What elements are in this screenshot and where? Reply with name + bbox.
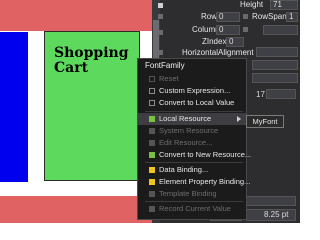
checkbox-icon — [149, 88, 155, 94]
menu-item-custom-expression[interactable]: Custom Expression... — [138, 85, 246, 97]
bottom-red-band — [0, 196, 160, 223]
horizontal-alignment-label: HorizontalAlignment — [182, 48, 254, 57]
blue-column-element[interactable] — [0, 32, 28, 182]
resource-icon — [149, 128, 155, 134]
menu-item-data-binding[interactable]: Data Binding... — [138, 164, 246, 176]
menu-item-record-current-value[interactable]: Record Current Value — [138, 203, 246, 215]
resource-icon — [149, 140, 155, 146]
menu-item-convert-local-value[interactable]: Convert to Local Value — [138, 97, 246, 109]
font-size-value: 8.25 pt — [264, 210, 289, 219]
property-marker-icon[interactable] — [243, 14, 248, 19]
menu-item-reset[interactable]: Reset — [138, 73, 246, 85]
menu-separator — [145, 111, 243, 112]
submenu-arrow-icon — [237, 116, 241, 122]
designer-window: Shopping Cart Height 71 Row 0 RowSpan 1 … — [0, 0, 300, 223]
vertical-alignment-buttons[interactable] — [252, 60, 298, 70]
horizontal-alignment-buttons[interactable] — [256, 47, 298, 57]
margin-field[interactable] — [252, 73, 298, 83]
menu-item-template-binding[interactable]: Template Binding — [138, 188, 246, 200]
height-label: Height — [240, 0, 264, 9]
binding-icon — [149, 191, 155, 197]
size-field[interactable] — [266, 89, 296, 99]
menu-separator — [145, 201, 243, 202]
rowspan-value: 1 — [289, 12, 294, 21]
resource-icon — [149, 116, 155, 122]
menu-item-system-resource[interactable]: System Resource — [138, 125, 246, 137]
marker-icon — [158, 3, 163, 8]
menu-item-convert-new-resource[interactable]: Convert to New Resource... — [138, 149, 251, 161]
marker-icon — [158, 14, 163, 19]
checkbox-icon — [149, 100, 155, 106]
shopping-cart-panel[interactable]: Shopping Cart — [44, 31, 140, 181]
menu-separator — [145, 162, 243, 163]
resource-icon — [149, 152, 155, 158]
alignment-toolbar[interactable] — [246, 196, 296, 206]
row-value: 0 — [219, 12, 224, 21]
shopping-cart-heading[interactable]: Shopping Cart — [54, 46, 140, 76]
menu-item-edit-resource[interactable]: Edit Resource... — [138, 137, 246, 149]
column-value: 0 — [219, 25, 224, 34]
context-menu-title: FontFamily — [145, 61, 185, 70]
top-red-band — [0, 0, 160, 31]
checkbox-icon — [149, 76, 155, 82]
property-marker-icon[interactable] — [243, 27, 248, 32]
menu-item-element-property-binding[interactable]: Element Property Binding... — [138, 176, 250, 188]
marker-icon — [158, 50, 163, 55]
height-value: 71 — [273, 0, 282, 9]
zindex-label: ZIndex — [202, 37, 227, 46]
binding-icon — [149, 179, 155, 185]
columnspan-field[interactable] — [263, 25, 298, 35]
marker-icon — [158, 30, 163, 35]
zindex-value: 0 — [229, 37, 234, 46]
submenu-myfont[interactable]: MyFont — [246, 115, 284, 128]
record-icon — [149, 206, 155, 212]
menu-item-local-resource[interactable]: Local Resource — [138, 113, 246, 125]
binding-icon — [149, 167, 155, 173]
size-value: 17 — [256, 90, 265, 99]
row-label: Row — [201, 12, 218, 21]
rowspan-label: RowSpan — [252, 12, 287, 21]
